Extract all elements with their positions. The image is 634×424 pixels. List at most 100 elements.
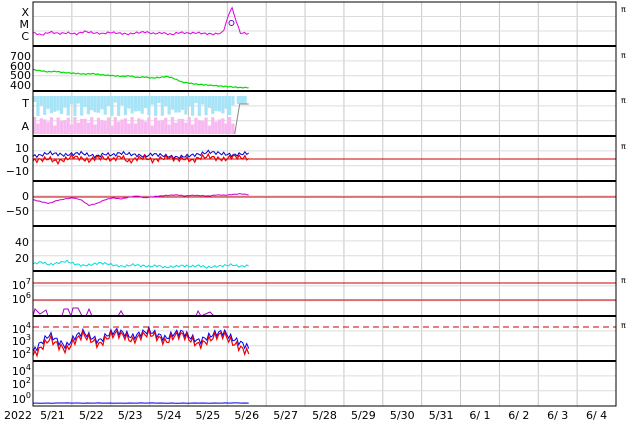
imf-toward-bar [43, 96, 47, 115]
y-tick-label: 40 [15, 236, 29, 249]
x-tick-label: 5/26 [234, 409, 259, 422]
tick-exponent: 0 [26, 391, 31, 400]
imf-toward-bar [147, 96, 151, 116]
imf-away-bar [59, 120, 64, 134]
y-tick-label: 107 [12, 277, 31, 292]
y-tick-label: 0 [22, 190, 29, 203]
imf-toward-bar [93, 96, 97, 113]
tick-exponent: 2 [26, 376, 31, 385]
space-weather-chart: 2022 5/21 5/22 5/23 5/24 5/25 5/26 5/27 5/28 5/29… [4, 1, 626, 422]
electron-series [85, 307, 93, 317]
y-tick-label: 400 [10, 79, 31, 92]
imf-away-bar [137, 118, 141, 134]
imf-toward-bar [217, 96, 222, 112]
imf-toward-bar [236, 96, 247, 104]
imf-toward-bar [140, 96, 144, 114]
imf-toward-bar [66, 96, 70, 116]
imf-away-bar [221, 118, 225, 134]
imf-away-bar [80, 118, 84, 134]
imf-toward-bar [80, 96, 84, 116]
imf-toward-bar [201, 96, 205, 105]
tick-exponent: 2 [26, 346, 31, 355]
imf-toward-bar [187, 96, 191, 107]
imf-toward-bar [56, 96, 60, 111]
imf-toward-bar [117, 96, 121, 116]
imf-away-bar [86, 122, 90, 134]
tick-exponent: 4 [26, 363, 31, 372]
imf-toward-bar [191, 96, 195, 116]
imf-away-bar [164, 117, 168, 134]
imf-away-bar [147, 117, 151, 134]
x-tick-label: 5/31 [429, 409, 454, 422]
imf-toward-bar [143, 96, 148, 109]
imf-toward-bar [221, 96, 225, 114]
y-tick-label: C [21, 30, 29, 43]
imf-toward-bar [160, 96, 164, 116]
imf-away-bar [180, 118, 185, 134]
imf-toward-bar [113, 96, 117, 103]
imf-toward-bar [214, 96, 218, 111]
imf-toward-bar [197, 96, 201, 116]
imf-away-bar [211, 117, 215, 134]
y-tick-label: 102 [12, 376, 31, 391]
imf-away-bar [66, 117, 70, 134]
grid [33, 2, 616, 406]
panel-mark: π [621, 5, 626, 14]
imf-toward-bar [39, 96, 43, 106]
imf-away-bar [43, 119, 47, 134]
imf-toward-bar [59, 96, 64, 115]
imf-toward-bar [120, 96, 124, 106]
x-tick-label: 5/21 [40, 409, 65, 422]
imf-toward-bar [164, 96, 168, 107]
imf-away-bar [83, 118, 87, 134]
imf-away-bar [100, 120, 104, 134]
imf-away-bar [127, 123, 131, 134]
x-tick-label: 6/ 4 [586, 409, 607, 422]
imf-toward-bar [46, 96, 50, 109]
imf-toward-bar [36, 96, 40, 116]
imf-toward-bar [231, 96, 235, 106]
imf-toward-bar [86, 96, 90, 115]
imf-toward-bar [69, 96, 74, 105]
x-tick-label: 6/ 3 [547, 409, 568, 422]
imf-toward-bar [227, 96, 232, 116]
imf-away-bar [56, 117, 60, 134]
imf-toward-bar [157, 96, 161, 103]
imf-toward-bar [49, 96, 54, 114]
panel-mark: π [621, 276, 626, 285]
imf-away-bar [231, 123, 235, 134]
tick-exponent: 4 [26, 321, 31, 330]
imf-away-bar [133, 123, 138, 134]
imf-toward-bar [110, 96, 114, 116]
imf-toward-bar [123, 96, 127, 116]
index-series [32, 259, 249, 269]
imf-away-bar [93, 124, 97, 134]
y-tick-label: 102 [12, 346, 31, 361]
imf-toward-bar [170, 96, 175, 110]
imf-away-bar [103, 120, 107, 134]
imf-toward-bar [63, 96, 67, 108]
tick-exponent: 6 [26, 291, 31, 300]
imf-away-bar [214, 121, 218, 134]
imf-toward-bar [103, 96, 107, 115]
imf-toward-bar [133, 96, 138, 112]
y-tick-label: 100 [12, 391, 31, 406]
imf-away-bar [207, 125, 212, 134]
imf-away-bar [157, 120, 161, 134]
imf-toward-bar [76, 96, 80, 104]
imf-toward-bar [100, 96, 104, 110]
imf-away-bar [174, 122, 178, 134]
imf-toward-bar [154, 96, 158, 116]
imf-toward-bar [130, 96, 134, 114]
imf-away-bar [184, 122, 188, 134]
imf-transition-line [234, 103, 249, 135]
imf-toward-bar [177, 96, 181, 113]
imf-away-bar [170, 117, 175, 134]
y-tick-label: T [21, 97, 29, 110]
imf-toward-bar [53, 96, 57, 112]
imf-away-bar [39, 118, 43, 134]
imf-away-bar [154, 117, 158, 134]
imf-toward-bar [106, 96, 111, 107]
imf-toward-bar [83, 96, 87, 108]
imf-toward-bar [204, 96, 208, 116]
